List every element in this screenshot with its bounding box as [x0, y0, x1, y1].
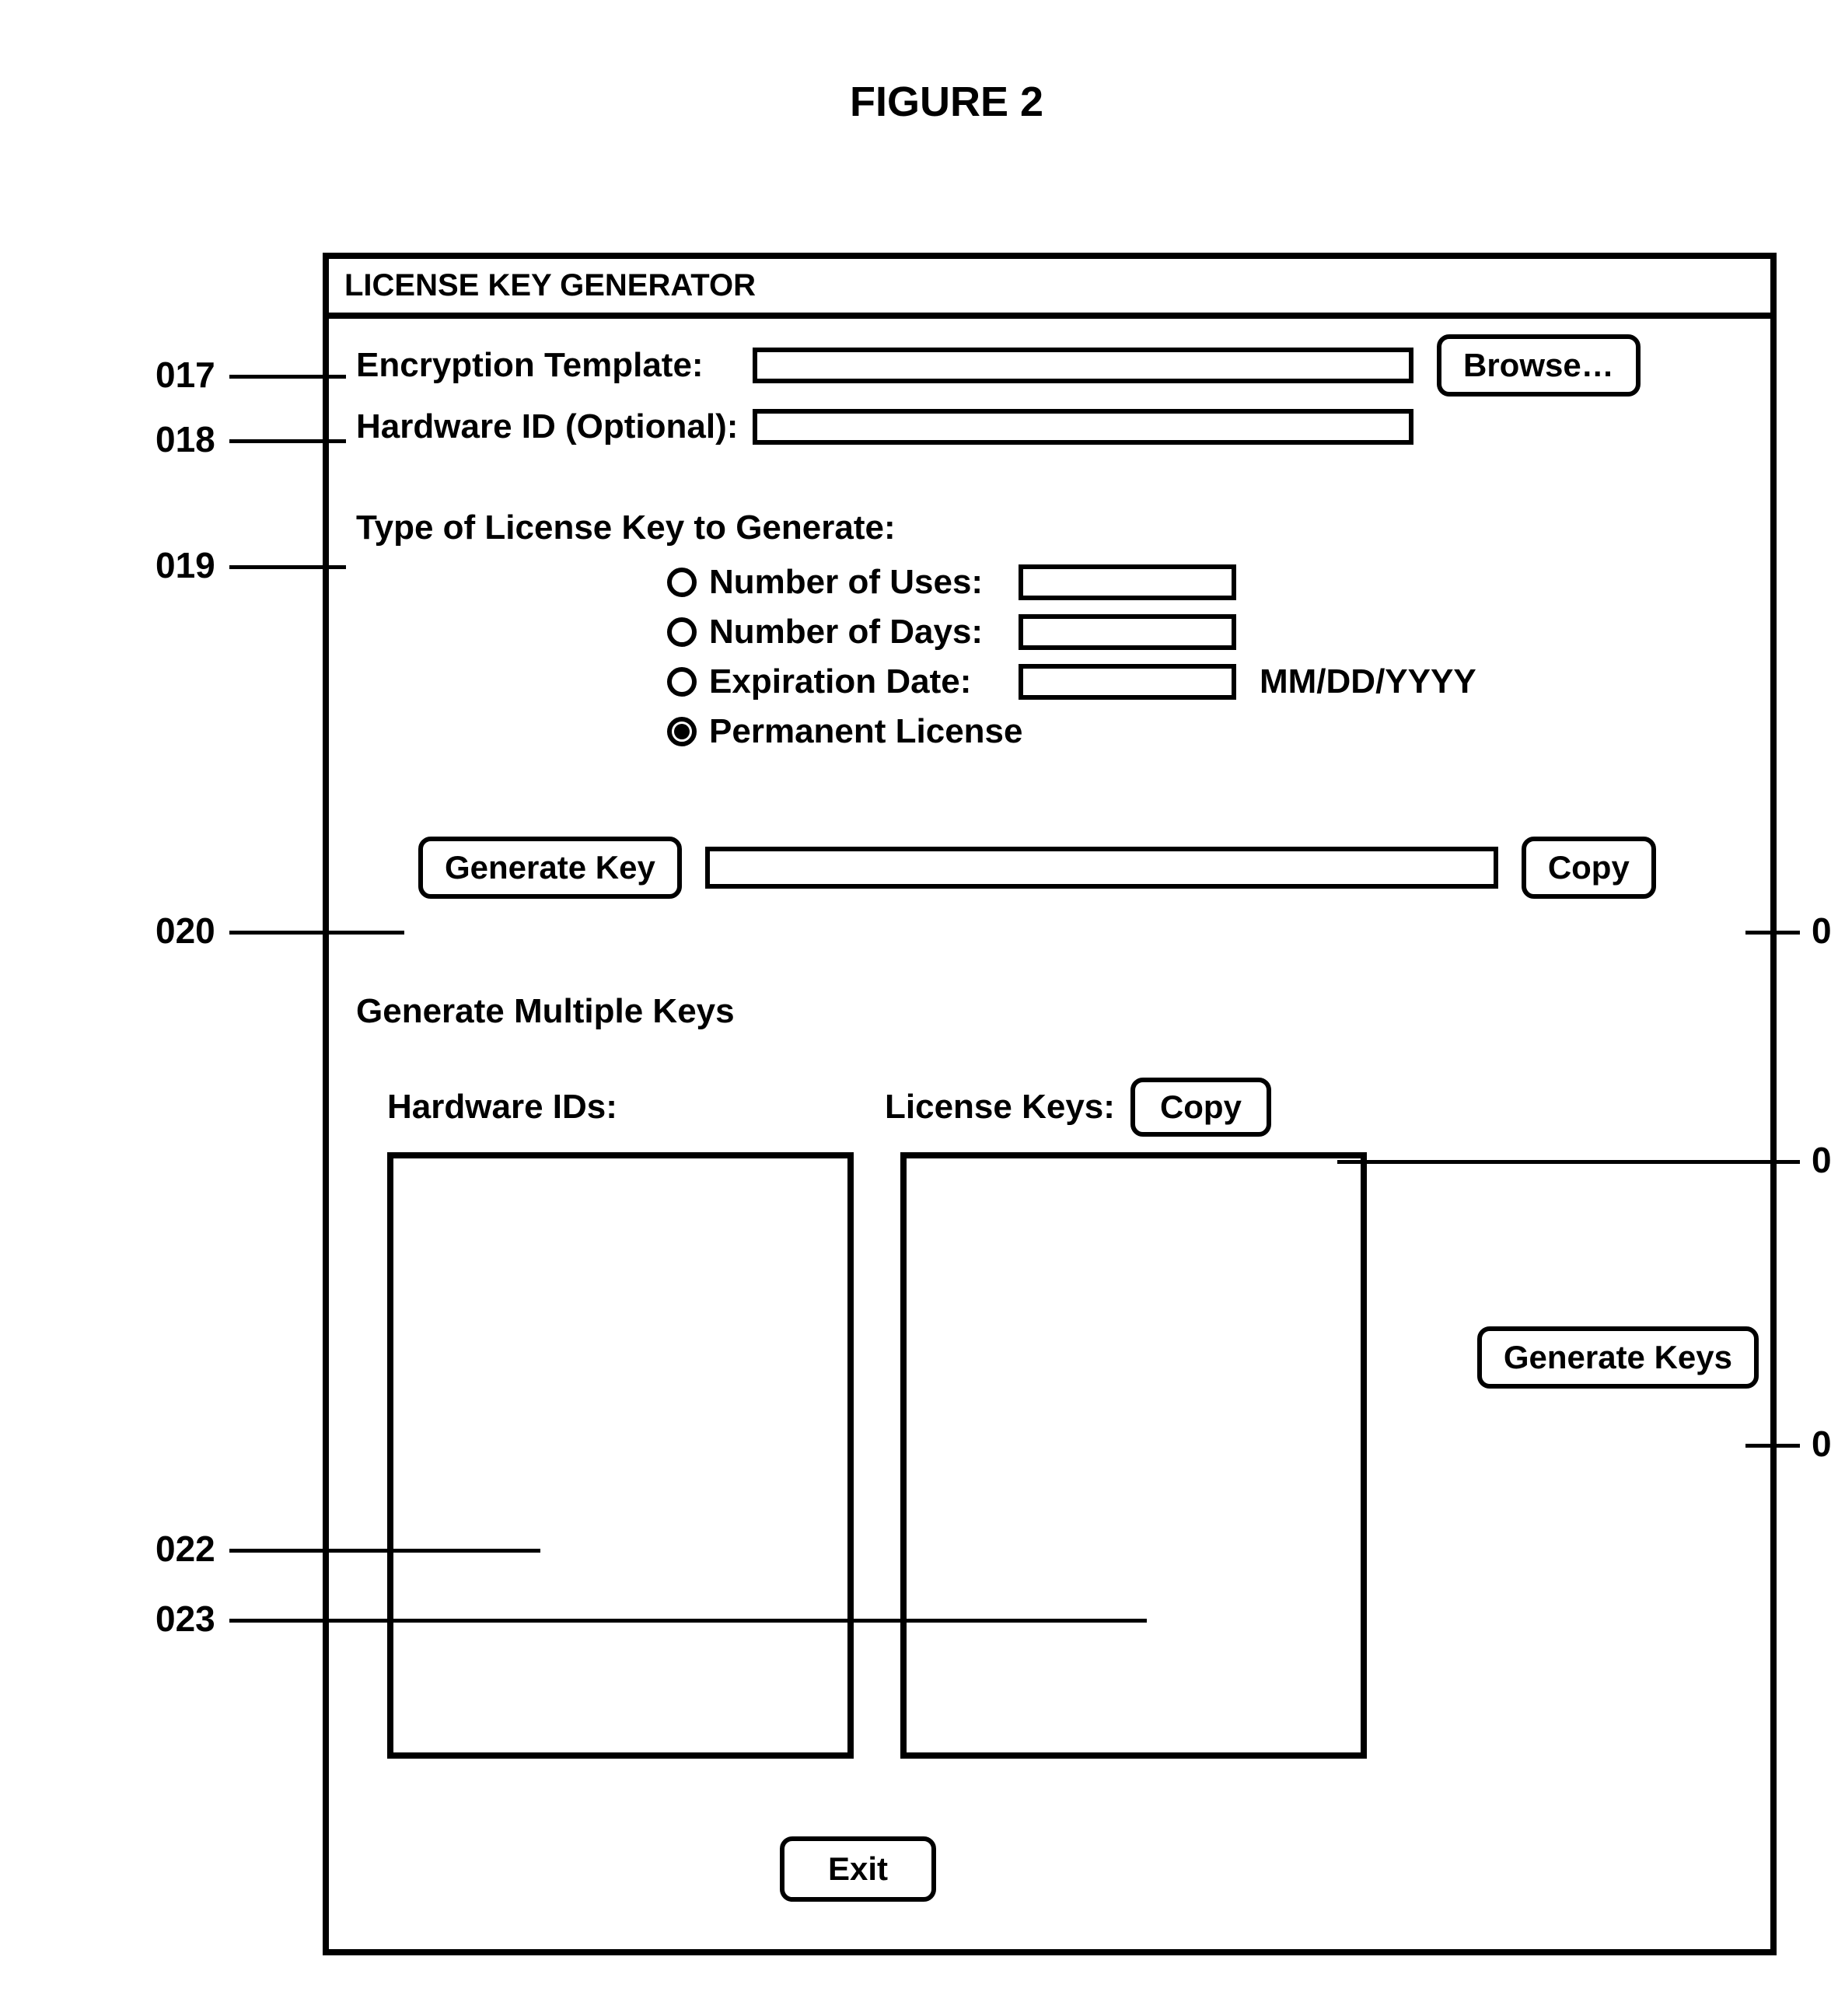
browse-button[interactable]: Browse… [1437, 334, 1641, 397]
license-keys-column-label: License Keys: [885, 1088, 1115, 1127]
generate-keys-button[interactable]: Generate Keys [1477, 1326, 1759, 1389]
multiple-section-title: Generate Multiple Keys [356, 992, 1743, 1031]
app-window: LICENSE KEY GENERATOR Encryption Templat… [323, 253, 1777, 1955]
radio-expiration[interactable] [667, 667, 697, 697]
copy-key-button[interactable]: Copy [1522, 837, 1656, 899]
encryption-template-input[interactable] [753, 348, 1413, 383]
callout-018: 018 [155, 418, 215, 460]
hardware-id-label: Hardware ID (Optional): [356, 407, 753, 446]
callout-021: 021 [1812, 910, 1831, 952]
encryption-template-label: Encryption Template: [356, 346, 753, 385]
hardware-ids-textarea[interactable] [387, 1152, 854, 1759]
callout-019: 019 [155, 544, 215, 586]
figure-title: FIGURE 2 [31, 78, 1831, 126]
generated-key-output[interactable] [705, 847, 1498, 889]
callout-022: 022 [155, 1528, 215, 1570]
hardware-id-input[interactable] [753, 409, 1413, 445]
radio-uses[interactable] [667, 568, 697, 597]
license-type-section-label: Type of License Key to Generate: [356, 508, 1743, 547]
expiration-input[interactable] [1019, 664, 1236, 700]
hardware-ids-column-label: Hardware IDs: [387, 1088, 885, 1127]
callout-017: 017 [155, 354, 215, 396]
radio-uses-label: Number of Uses: [709, 563, 1005, 602]
copy-keys-button[interactable]: Copy [1130, 1078, 1271, 1137]
radio-expiration-label: Expiration Date: [709, 662, 1005, 701]
callout-023: 023 [155, 1598, 215, 1640]
radio-permanent[interactable] [667, 717, 697, 746]
generate-key-button[interactable]: Generate Key [418, 837, 682, 899]
uses-input[interactable] [1019, 564, 1236, 600]
exit-button[interactable]: Exit [780, 1836, 936, 1902]
days-input[interactable] [1019, 614, 1236, 650]
radio-days[interactable] [667, 617, 697, 647]
radio-permanent-label: Permanent License [709, 712, 1023, 751]
radio-days-label: Number of Days: [709, 613, 1005, 652]
callout-024: 024 [1812, 1139, 1831, 1181]
expiration-hint: MM/DD/YYYY [1260, 662, 1476, 701]
window-title: LICENSE KEY GENERATOR [329, 259, 1770, 319]
callout-020: 020 [155, 910, 215, 952]
license-keys-textarea[interactable] [900, 1152, 1367, 1759]
callout-025: 025 [1812, 1423, 1831, 1465]
